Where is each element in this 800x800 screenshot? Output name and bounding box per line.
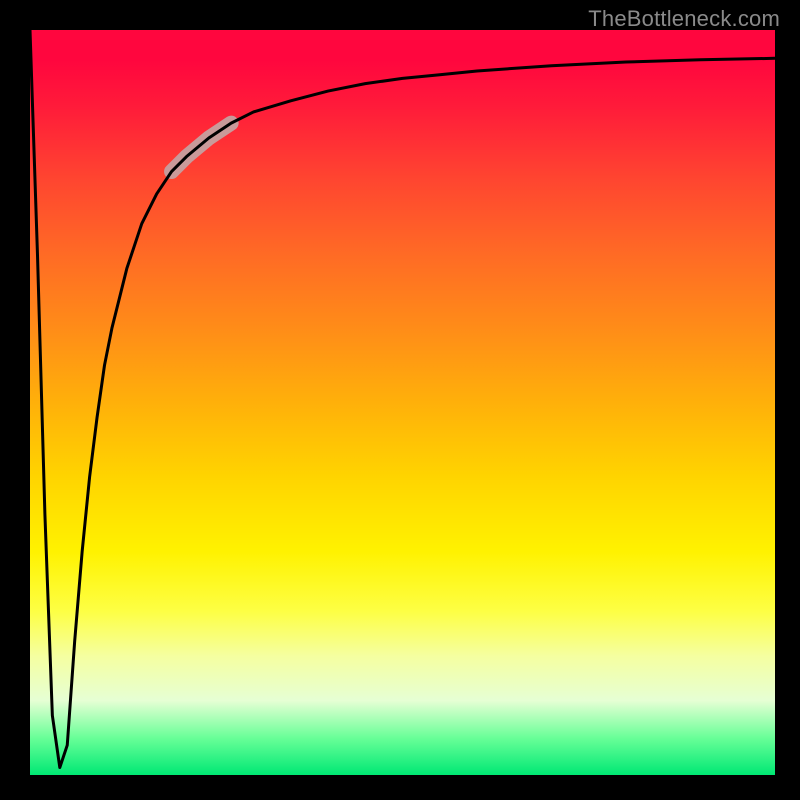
chart-frame: TheBottleneck.com [0, 0, 800, 800]
bottleneck-curve [30, 30, 775, 768]
curve-layer [30, 30, 775, 775]
plot-area [30, 30, 775, 775]
source-label: TheBottleneck.com [588, 6, 780, 32]
